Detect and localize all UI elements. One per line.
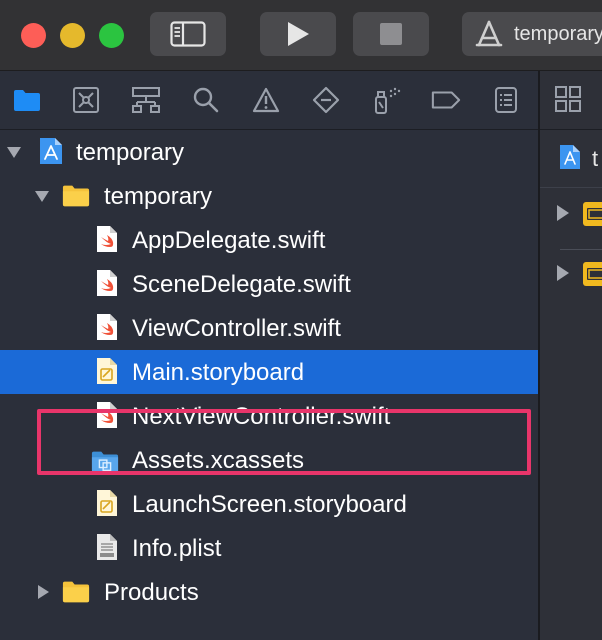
spray-icon [375, 87, 401, 114]
disclosure-down-icon [35, 191, 49, 202]
outline-expand-triangle[interactable] [556, 204, 570, 227]
swift-file-icon [93, 400, 121, 430]
tree-row-launchscreen[interactable]: LaunchScreen.storyboard [0, 482, 538, 526]
app-scheme-icon [475, 20, 503, 47]
project-file-icon [37, 136, 65, 166]
swift-file-icon [93, 312, 121, 342]
tree-row-folder-temporary[interactable]: temporary [0, 174, 538, 218]
outline-expand-triangle[interactable] [556, 264, 570, 287]
scheme-name: temporary [514, 22, 602, 45]
stop-icon [380, 23, 402, 45]
tab-find-navigator[interactable] [191, 85, 221, 115]
tree-row-project[interactable]: temporary [0, 130, 538, 174]
scheme-selector[interactable]: temporary [462, 12, 602, 56]
window-toolbar: temporary [0, 0, 602, 71]
breakpoint-tag-icon [431, 91, 461, 109]
tree-label: SceneDelegate.swift [132, 271, 351, 298]
asset-catalog-icon [91, 446, 119, 476]
tree-label: temporary [76, 139, 185, 166]
disclosure-right-icon [557, 205, 569, 221]
minimize-window-button[interactable] [60, 23, 85, 48]
source-control-icon [73, 87, 99, 113]
editor-jump-bar [540, 71, 602, 130]
plist-file-icon [93, 532, 121, 562]
expand-triangle[interactable] [5, 143, 23, 161]
tree-row-nextviewcontroller[interactable]: NextViewController.swift [0, 394, 538, 438]
toggle-navigator-button[interactable] [150, 12, 226, 56]
storyboard-file-icon [93, 488, 121, 518]
tab-breakpoint-navigator[interactable] [431, 85, 461, 115]
tree-label: Main.storyboard [132, 359, 305, 386]
separator [560, 249, 602, 250]
close-window-button[interactable] [21, 23, 46, 48]
swift-file-icon [93, 268, 121, 298]
tree-label: Assets.xcassets [132, 447, 305, 474]
disclosure-down-icon [7, 147, 21, 158]
folder-icon [62, 180, 90, 210]
sidebar-toggle-icon [170, 21, 206, 47]
disclosure-right-icon [557, 265, 569, 281]
run-button[interactable] [260, 12, 336, 56]
expand-triangle[interactable] [34, 583, 52, 601]
tree-label: AppDelegate.swift [132, 227, 326, 254]
related-items-button[interactable] [554, 85, 582, 118]
tab-symbol-navigator[interactable] [131, 85, 161, 115]
storyboard-scene-icon [582, 201, 602, 232]
tree-label: Products [104, 579, 199, 606]
tree-row-info-plist[interactable]: Info.plist [0, 526, 538, 570]
tab-project-navigator[interactable] [12, 85, 42, 115]
tab-report-navigator[interactable] [491, 85, 521, 115]
zoom-window-button[interactable] [99, 23, 124, 48]
tree-row-products[interactable]: Products [0, 570, 538, 614]
storyboard-scene-icon [582, 261, 602, 292]
tab-issue-navigator[interactable] [251, 85, 281, 115]
storyboard-file-icon [93, 356, 121, 386]
project-file-icon [558, 143, 582, 176]
expand-triangle[interactable] [33, 187, 51, 205]
stop-button[interactable] [353, 12, 429, 56]
report-list-icon [495, 87, 517, 113]
folder-icon [62, 576, 90, 606]
tab-debug-navigator[interactable] [371, 85, 401, 115]
tree-label: LaunchScreen.storyboard [132, 491, 407, 518]
folder-icon [14, 90, 40, 111]
tree-label: NextViewController.swift [132, 403, 391, 430]
tree-row-assets[interactable]: Assets.xcassets [0, 438, 538, 482]
tree-label: Info.plist [132, 535, 222, 562]
disclosure-right-icon [38, 585, 49, 599]
editor-outline-panel: t [540, 71, 602, 640]
tree-label: ViewController.swift [132, 315, 341, 342]
diamond-icon [312, 86, 340, 114]
tab-source-control-navigator[interactable] [71, 85, 101, 115]
editor-title-partial: t [592, 146, 599, 171]
hierarchy-icon [132, 87, 160, 113]
tree-row-appdelegate[interactable]: AppDelegate.swift [0, 218, 538, 262]
navigator-selector-bar [0, 71, 538, 130]
tree-row-viewcontroller[interactable]: ViewController.swift [0, 306, 538, 350]
play-icon [288, 22, 309, 46]
separator [540, 187, 602, 188]
swift-file-icon [93, 224, 121, 254]
project-navigator-panel: temporary temporary AppDelegate.swift Sc… [0, 71, 538, 640]
tree-row-scenedelegate[interactable]: SceneDelegate.swift [0, 262, 538, 306]
grid-icon [555, 86, 581, 112]
magnifier-icon [193, 87, 219, 113]
tree-label: temporary [104, 183, 213, 210]
warning-icon [252, 87, 280, 113]
tab-test-navigator[interactable] [311, 85, 341, 115]
tree-row-main-storyboard[interactable]: Main.storyboard [0, 350, 538, 394]
